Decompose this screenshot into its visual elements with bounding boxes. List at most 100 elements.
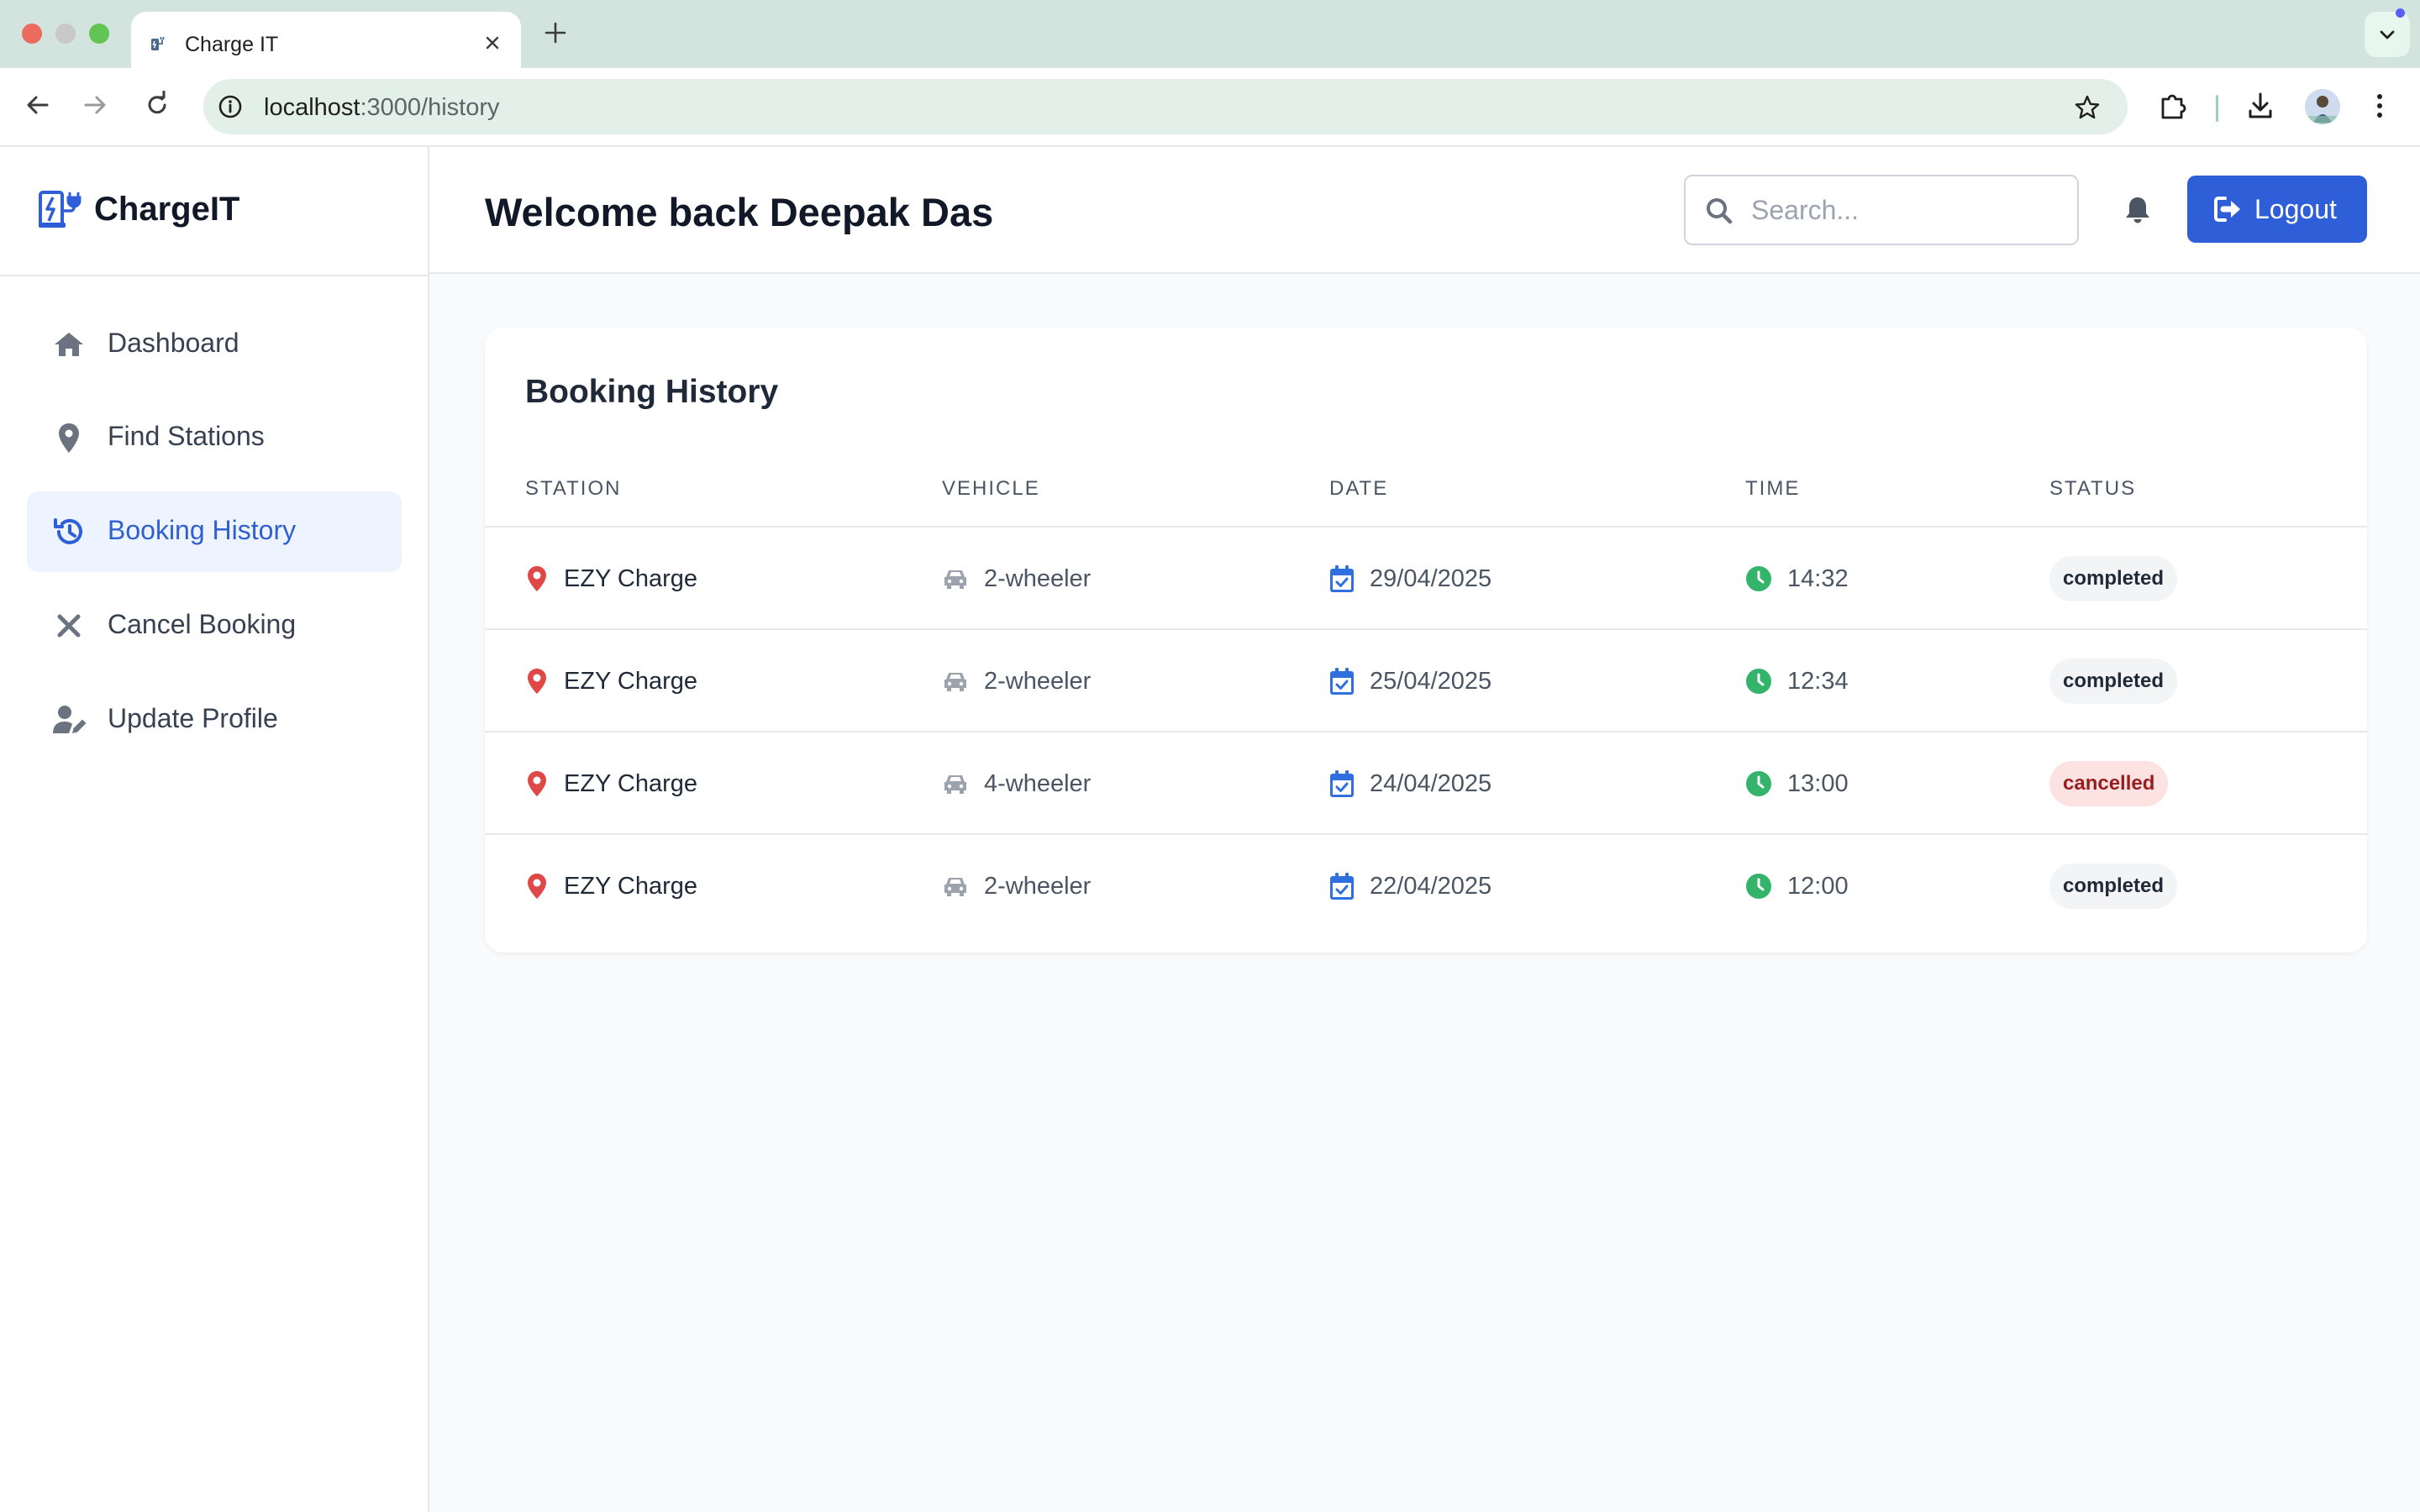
sidebar-item-label: Booking History [108, 515, 297, 545]
window-maximize-button[interactable] [89, 24, 109, 44]
page-title: Welcome back Deepak Das [485, 190, 994, 234]
extensions-puzzle-icon[interactable] [2158, 91, 2188, 121]
sidebar-item-update-profile[interactable]: Update Profile [27, 680, 402, 760]
vehicle-type: 2-wheeler [984, 667, 1092, 695]
date-cell: 29/04/2025 [1329, 528, 1491, 630]
charger-logo-icon [39, 189, 82, 229]
sign-out-icon [2214, 196, 2243, 223]
sidebar-item-label: Dashboard [108, 328, 239, 358]
download-icon[interactable] [2245, 91, 2275, 121]
column-header-time: TIME [1745, 477, 1801, 500]
url-text: localhost:3000/history [264, 94, 500, 122]
tab-search-button[interactable] [2365, 12, 2410, 57]
clock-icon [1745, 668, 1772, 695]
sidebar-item-find-stations[interactable]: Find Stations [27, 397, 402, 478]
tab-close-icon[interactable] [482, 33, 502, 53]
car-icon [942, 772, 969, 795]
new-tab-plus-icon[interactable] [543, 20, 568, 45]
chevron-down-icon [2380, 30, 2395, 39]
sidebar-item-cancel-booking[interactable]: Cancel Booking [27, 585, 402, 666]
vehicle-type: 2-wheeler [984, 872, 1092, 900]
station-name: EZY Charge [564, 872, 698, 900]
search-icon [1704, 196, 1734, 226]
table-row[interactable]: EZY Charge 2-wheeler 22/04/2025 12:00 co… [485, 833, 2367, 936]
booking-date: 29/04/2025 [1370, 564, 1492, 592]
search-input[interactable] [1751, 176, 2062, 244]
station-name: EZY Charge [564, 667, 698, 695]
user-edit-icon [52, 703, 87, 737]
booking-time: 13:00 [1787, 769, 1849, 797]
status-cell: completed [2049, 528, 2178, 630]
vehicle-type: 2-wheeler [984, 564, 1092, 592]
station-cell: EZY Charge [525, 732, 697, 835]
top-header: Welcome back Deepak Das Logout [429, 147, 2420, 274]
url-path: :3000/history [360, 94, 500, 121]
browser-tab[interactable]: Charge IT [131, 12, 521, 68]
table-row[interactable]: EZY Charge 2-wheeler 29/04/2025 14:32 co… [485, 526, 2367, 628]
car-icon [942, 669, 969, 693]
car-icon [942, 874, 969, 898]
sidebar-item-dashboard[interactable]: Dashboard [27, 304, 402, 385]
time-cell: 12:34 [1745, 630, 1849, 732]
calendar-check-icon [1329, 667, 1355, 696]
sidebar-item-booking-history[interactable]: Booking History [27, 491, 402, 572]
site-info-icon[interactable] [217, 93, 244, 120]
status-badge: cancelled [2049, 761, 2169, 806]
booking-time: 12:00 [1787, 872, 1849, 900]
sidebar-item-label: Update Profile [108, 703, 278, 733]
map-pin-icon [525, 872, 549, 900]
vehicle-cell: 4-wheeler [942, 732, 1091, 835]
status-badge: completed [2049, 556, 2178, 601]
booking-date: 24/04/2025 [1370, 769, 1492, 797]
column-header-date: DATE [1329, 477, 1389, 500]
time-cell: 14:32 [1745, 528, 1849, 630]
calendar-check-icon [1329, 872, 1355, 900]
profile-avatar[interactable] [2305, 89, 2340, 124]
station-cell: EZY Charge [525, 835, 697, 937]
clock-icon [1745, 565, 1772, 592]
reload-icon[interactable] [143, 91, 171, 119]
browser-tab-strip: Charge IT [0, 0, 2420, 68]
window-minimize-button[interactable] [55, 24, 76, 44]
status-badge: completed [2049, 864, 2178, 909]
home-icon [52, 328, 86, 361]
status-cell: completed [2049, 835, 2178, 937]
url-host: localhost [264, 94, 360, 121]
status-cell: cancelled [2049, 732, 2169, 835]
browser-menu-kebab-icon[interactable] [2371, 91, 2388, 121]
history-icon [52, 515, 86, 549]
logout-label: Logout [2254, 194, 2337, 224]
brand-name: ChargeIT [94, 191, 240, 228]
column-header-vehicle: VEHICLE [942, 477, 1040, 500]
address-bar[interactable]: localhost:3000/history [203, 79, 2128, 134]
map-pin-icon [52, 421, 86, 454]
bookmark-star-icon[interactable] [2074, 94, 2101, 121]
map-pin-icon [525, 564, 549, 593]
notification-dot [2396, 8, 2405, 18]
map-pin-icon [525, 769, 549, 798]
car-icon [942, 567, 969, 591]
time-cell: 12:00 [1745, 835, 1849, 937]
vehicle-cell: 2-wheeler [942, 630, 1091, 732]
station-cell: EZY Charge [525, 630, 697, 732]
logout-button[interactable]: Logout [2187, 176, 2367, 243]
forward-arrow-icon[interactable] [81, 91, 109, 119]
sidebar-item-label: Cancel Booking [108, 609, 297, 639]
charger-favicon-icon [150, 34, 168, 52]
table-row[interactable]: EZY Charge 2-wheeler 25/04/2025 12:34 co… [485, 628, 2367, 731]
station-cell: EZY Charge [525, 528, 697, 630]
booking-time: 12:34 [1787, 667, 1849, 695]
date-cell: 22/04/2025 [1329, 835, 1491, 937]
station-name: EZY Charge [564, 769, 698, 797]
toolbar-separator [2216, 95, 2218, 122]
back-arrow-icon[interactable] [24, 91, 52, 119]
booking-history-card: Booking History STATION VEHICLE DATE TIM… [485, 328, 2367, 953]
browser-toolbar: localhost:3000/history [0, 68, 2420, 147]
notification-bell-icon[interactable] [2123, 195, 2152, 225]
vehicle-cell: 2-wheeler [942, 835, 1091, 937]
window-close-button[interactable] [22, 24, 42, 44]
clock-icon [1745, 770, 1772, 797]
status-cell: completed [2049, 630, 2178, 732]
table-row[interactable]: EZY Charge 4-wheeler 24/04/2025 13:00 ca… [485, 731, 2367, 833]
search-box [1684, 175, 2079, 245]
